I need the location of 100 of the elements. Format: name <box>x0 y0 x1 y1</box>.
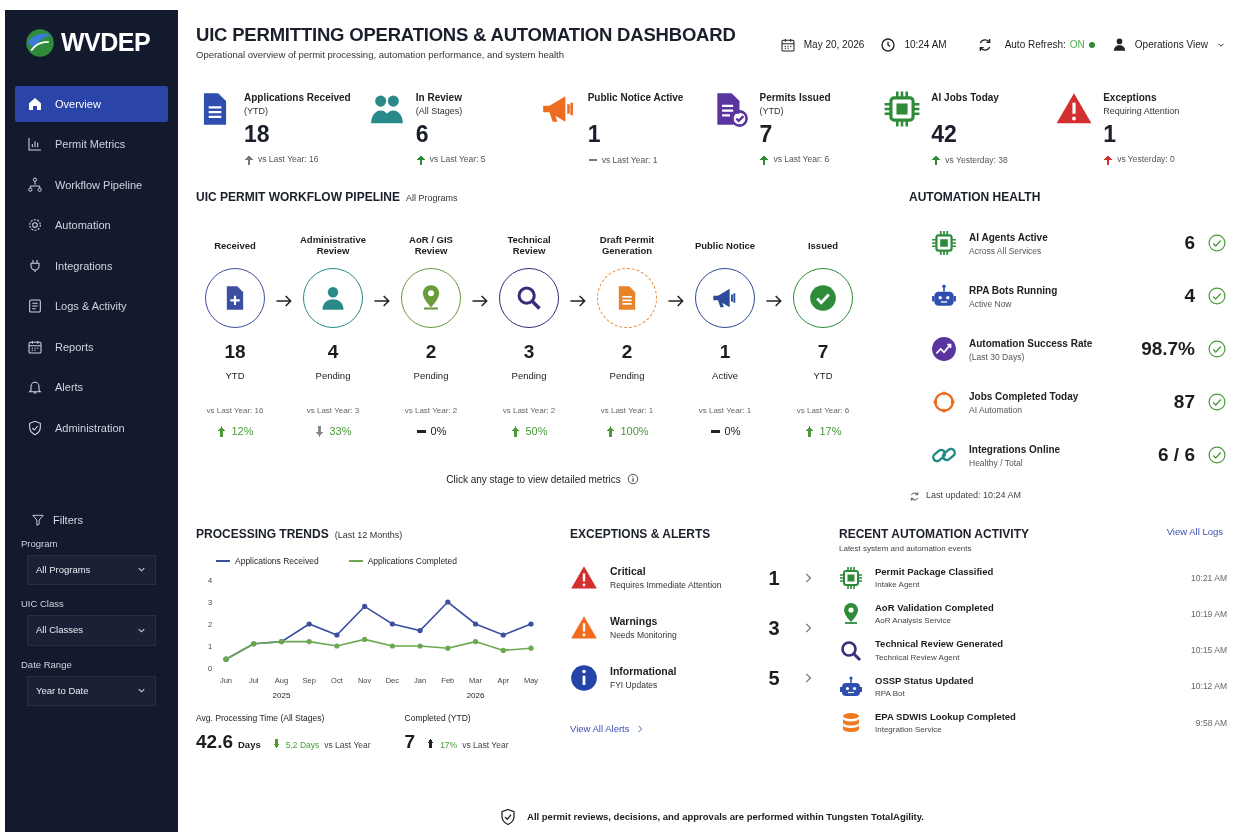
filter-select[interactable]: All Classes <box>27 615 156 646</box>
alert-title: Critical <box>610 563 647 579</box>
check-icon <box>1207 445 1227 466</box>
activity-time: 10:21 AM <box>1191 571 1227 585</box>
period-label: (Last 12 Months) <box>334 530 403 540</box>
alert-subtitle: Needs Monitoring <box>610 629 678 643</box>
stage-unit: Pending <box>511 369 547 383</box>
kpi-value: 18 <box>244 121 271 148</box>
kpi-subtitle: (All Stages) <box>415 105 464 119</box>
data-point <box>362 603 368 609</box>
metric-value: 4 <box>1183 284 1195 309</box>
time-text: 10:24 AM <box>904 38 947 52</box>
filter-select[interactable]: Year to Date <box>27 675 156 706</box>
data-point <box>389 643 395 649</box>
calendar-icon <box>27 338 43 355</box>
filter-label: Program <box>21 536 59 551</box>
sidebar-item[interactable]: Reports <box>15 328 168 365</box>
page-subtitle: Operational overview of permit processing, automation performance, and system health <box>196 48 566 63</box>
stage-comparison: vs Last Year: 1 <box>600 405 654 418</box>
filter-label: UIC Class <box>21 597 65 611</box>
alert-row[interactable]: Critical Requires Immediate Attention 1 <box>570 563 815 593</box>
stage-count: 1 <box>719 340 731 365</box>
section-heading: RECENT AUTOMATION ACTIVITY <box>839 526 1029 543</box>
stage-change: 12% <box>231 424 254 440</box>
metric-title: Jobs Completed Today <box>969 389 1080 404</box>
metric-value: 87 <box>1172 390 1195 415</box>
alert-count: 1 <box>767 566 781 591</box>
activity-time: 10:19 AM <box>1191 608 1227 621</box>
stage-change: 50% <box>525 424 548 440</box>
stat-label: Avg. Processing Time (All Stages) <box>196 711 326 725</box>
filter-select[interactable]: All Programs <box>27 554 156 585</box>
home-icon <box>27 95 43 112</box>
sidebar-item[interactable]: Workflow Pipeline <box>15 166 168 203</box>
stat-unit: Days <box>238 738 261 753</box>
stage-label: Administrative Review <box>299 232 367 259</box>
stage-change: 0% <box>724 424 741 440</box>
sidebar-item[interactable]: Logs & Activity <box>15 288 168 325</box>
stage-count: 3 <box>523 340 535 365</box>
stage-count: 18 <box>224 340 246 365</box>
scope-label: All Programs <box>406 193 458 204</box>
kpi-comparison: vs Last Year: 1 <box>601 153 658 167</box>
logo-icon <box>25 27 55 58</box>
kpi-title: Public Notice Active <box>587 91 684 106</box>
data-point <box>445 599 451 605</box>
robot-icon <box>839 674 863 699</box>
alert-row[interactable]: Warnings Needs Monitoring 3 <box>570 613 815 643</box>
stat-change: 17% <box>440 739 458 753</box>
stage-count: 2 <box>425 340 437 365</box>
last-updated-text: Last updated: 10:24 AM <box>926 489 1022 503</box>
clock-icon <box>880 36 897 53</box>
sidebar-item[interactable]: Automation <box>15 207 168 244</box>
stage-count: 2 <box>621 340 633 365</box>
data-point <box>389 621 395 627</box>
stage-change: 17% <box>819 424 842 440</box>
kpi-title: Exceptions <box>1103 91 1158 106</box>
sidebar-item[interactable]: Integrations <box>15 247 168 284</box>
data-point <box>500 647 506 653</box>
data-point <box>417 627 423 633</box>
filters-heading: Filters <box>53 513 83 528</box>
activity-source: Technical Review Agent <box>875 651 961 664</box>
metric-subtitle: Across All Services <box>969 244 1043 258</box>
stat-comparison: vs Last Year <box>462 739 509 753</box>
kpi-subtitle: Requiring Attention <box>1103 105 1180 119</box>
check-badge-icon <box>809 284 837 313</box>
data-point <box>306 638 312 644</box>
stage-label: Technical Review <box>506 232 552 259</box>
year-label: 2026 <box>466 690 485 700</box>
metric-subtitle: Healthy / Total <box>969 456 1024 470</box>
kpi-title: AI Jobs Today <box>931 91 1000 106</box>
section-heading: UIC PERMIT WORKFLOW PIPELINE <box>196 190 400 205</box>
stat-label: Completed (YTD) <box>404 711 472 725</box>
kpi-value: 1 <box>587 122 602 148</box>
alert-row[interactable]: Informational FYI Updates 5 <box>570 663 815 693</box>
footer-note: All permit reviews, decisions, and approvals are performed within Tungsten TotalAgility. <box>527 809 924 824</box>
alert-count: 5 <box>767 666 781 691</box>
stat-comparison: vs Last Year <box>324 739 371 753</box>
stage-comparison: vs Last Year: 3 <box>306 405 360 418</box>
chip-icon <box>883 90 922 129</box>
activity-source: Integration Service <box>875 724 943 737</box>
stage-count: 7 <box>817 340 829 365</box>
view-selector[interactable]: Operations View <box>1110 36 1227 53</box>
bar-chart-icon <box>27 136 43 153</box>
activity-time: 9:58 AM <box>1195 716 1227 730</box>
sidebar-item[interactable]: Alerts <box>15 369 168 406</box>
view-all-link[interactable]: View All Alerts <box>570 722 645 737</box>
stage-count: 4 <box>327 340 339 365</box>
hint-text: Click any stage to view detailed metrics <box>446 472 621 487</box>
sidebar-item[interactable]: Administration <box>15 409 168 446</box>
stage-comparison: vs Last Year: 2 <box>404 405 458 418</box>
view-all-link[interactable]: View All Logs <box>1166 525 1223 540</box>
legend-label: Applications Completed <box>367 555 457 568</box>
data-point <box>472 621 479 627</box>
refresh-icon <box>909 490 920 502</box>
data-point <box>362 636 368 642</box>
search-icon <box>839 638 863 663</box>
check-icon <box>1207 339 1227 360</box>
metric-value: 6 <box>1183 231 1195 256</box>
activity-title: OSSP Status Updated <box>875 673 975 688</box>
sidebar-item[interactable]: Permit Metrics <box>15 126 168 163</box>
sidebar-item[interactable]: Overview <box>15 85 168 122</box>
